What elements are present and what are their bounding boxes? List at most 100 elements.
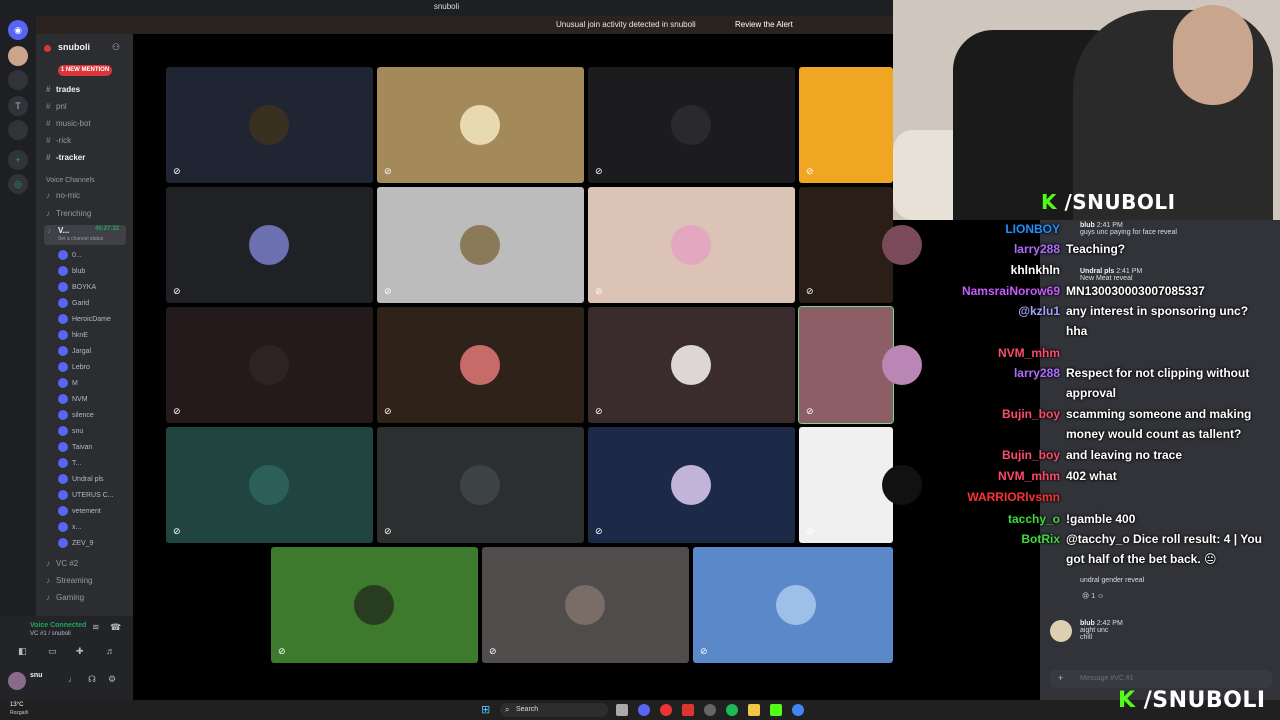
disconnect-icon[interactable]: ☎ [110,622,121,633]
message-input[interactable]: + Message #VC #1 [1050,670,1272,688]
chat-username: tacchy_o [1007,512,1060,526]
opera-icon[interactable] [660,704,672,716]
avatar[interactable] [8,672,26,690]
chrome-icon[interactable] [792,704,804,716]
voice-user[interactable]: hknE⊘ [58,330,146,340]
channel-label: trades [56,85,81,94]
gear-icon[interactable]: ⚙ [108,674,116,685]
soundboard-icon[interactable]: ♬ [106,646,115,656]
voice-user[interactable]: x...⊘ [58,522,146,532]
video-tile[interactable]: ⊘ [377,187,584,303]
video-tile[interactable]: ⊘ [799,427,922,543]
task-view-icon[interactable] [616,704,628,716]
voice-user[interactable]: snu⊘ [58,426,146,436]
search-input[interactable]: Search [500,703,608,717]
brave-icon[interactable] [682,704,694,716]
headphones-icon[interactable]: ☊ [88,674,96,685]
chat-author[interactable]: blub [1080,620,1095,627]
voice-user[interactable]: 0...⊘ [58,250,146,260]
voice-channel-trenching[interactable]: ♪ Trenching [46,209,91,218]
discover-icon[interactable]: ◎ [8,174,28,194]
server-avatar[interactable] [8,46,28,66]
stream-chat-line: larry288 Teaching? [1000,242,1280,260]
mic-muted-icon: ⊘ [806,526,814,536]
voice-user[interactable]: T...⊘ [58,458,146,468]
new-mention-badge[interactable]: 1 NEW MENTION [58,65,112,76]
voice-user[interactable]: M⊘ [58,378,146,388]
voice-channels-header[interactable]: Voice Channels [46,177,95,184]
start-icon[interactable]: ⊞ [481,703,490,717]
voice-user[interactable]: Jargal⊘ [58,346,146,356]
chat-text: MN130030003007085337 [1066,284,1205,298]
video-tile[interactable]: ⊘ [693,547,893,663]
channel-rick[interactable]: # -rick [46,136,71,145]
video-tile[interactable]: ⊘ [798,306,922,424]
discord-home-icon[interactable]: ◉ [8,20,28,40]
voice-channel-no-mic[interactable]: ♪ no-mic [46,191,80,200]
voice-connected-status[interactable]: Voice Connected [30,622,86,629]
screen-share-icon[interactable]: ▭ [48,646,57,657]
server-icon[interactable] [8,120,28,140]
channel-status-hint[interactable]: Set a channel status [58,236,103,242]
active-voice-channel[interactable]: ♪ V... 40:27:32 Set a channel status [44,225,126,245]
video-tile[interactable]: ⊘ [588,427,795,543]
voice-user[interactable]: BOYKA⊘ [58,282,146,292]
spotify-icon[interactable] [726,704,738,716]
voice-user[interactable]: UTERUS C...⊘ [58,490,146,500]
channel-trades[interactable]: # trades [46,85,80,94]
voice-user[interactable]: Lebro⊘ [58,362,146,372]
voice-user[interactable]: vetement⊘ [58,506,146,516]
kick-logo-icon: K [1118,688,1136,713]
app-icon[interactable] [704,704,716,716]
voice-user[interactable]: Undral pls⊘ [58,474,146,484]
video-tile[interactable]: ⊘ [377,307,584,423]
voice-channel-gaming[interactable]: ♪ Gaming [46,593,84,602]
voice-user[interactable]: Garid⊘ [58,298,146,308]
server-name: snuboli [58,42,90,52]
voice-channel-streaming[interactable]: ♪ Streaming [46,576,92,585]
video-tile[interactable]: ⊘ [166,427,373,543]
video-tile[interactable]: ⊘ [377,427,584,543]
channel-music-bot[interactable]: # music-bot [46,119,91,128]
video-tile[interactable]: ⊘ [588,307,795,423]
avatar [58,266,68,276]
video-tile[interactable]: ⊘ [588,187,795,303]
video-tile[interactable]: ⊘ [271,547,478,663]
video-tile[interactable]: ⊘ [799,67,922,183]
signal-icon[interactable]: ≋ [92,622,100,633]
voice-user[interactable]: NVM⊘ [58,394,146,404]
add-server-icon[interactable]: + [8,150,28,170]
voice-channel-vc2[interactable]: ♪ VC #2 [46,559,78,568]
video-tile[interactable]: ⊘ [166,67,373,183]
video-tile[interactable]: ⊘ [377,67,584,183]
channel-tracker[interactable]: # -tracker [46,153,85,162]
voice-user[interactable]: HeroicDame⊘ [58,314,146,324]
voice-user[interactable]: silence⊘ [58,410,146,420]
mic-muted-icon: ⊘ [173,166,181,176]
voice-user[interactable]: blub⊘ [58,266,146,276]
channel-pnl[interactable]: # pnl [46,102,67,111]
add-member-icon[interactable]: ⚇ [112,42,120,53]
video-tile[interactable]: ⊘ [166,187,373,303]
video-tile[interactable]: ⊘ [482,547,689,663]
avatar[interactable] [1050,620,1072,642]
reaction-icon[interactable]: 😢 1 ☺ [1082,592,1104,600]
review-alert-button[interactable]: Review the Alert [735,20,793,29]
server-icon[interactable] [8,70,28,90]
file-explorer-icon[interactable] [748,704,760,716]
mic-icon[interactable]: ♩ [68,674,77,684]
voice-user[interactable]: Taivan⊘ [58,442,146,452]
server-header[interactable]: snuboli ⚇ [36,38,133,58]
server-status-icon [44,45,51,52]
server-icon[interactable]: T [8,96,28,116]
activities-icon[interactable]: ✚ [76,646,84,657]
video-tile[interactable]: ⊘ [799,187,922,303]
kick-app-icon[interactable] [770,704,782,716]
voice-user[interactable]: ZEV_9⊘ [58,538,146,548]
video-tile[interactable]: ⊘ [588,67,795,183]
discord-icon[interactable] [638,704,650,716]
weather-temp[interactable]: 13°C [10,702,23,708]
camera-icon[interactable]: ◧ [18,646,27,657]
video-tile[interactable]: ⊘ [166,307,373,423]
plus-icon[interactable]: + [1058,673,1063,683]
